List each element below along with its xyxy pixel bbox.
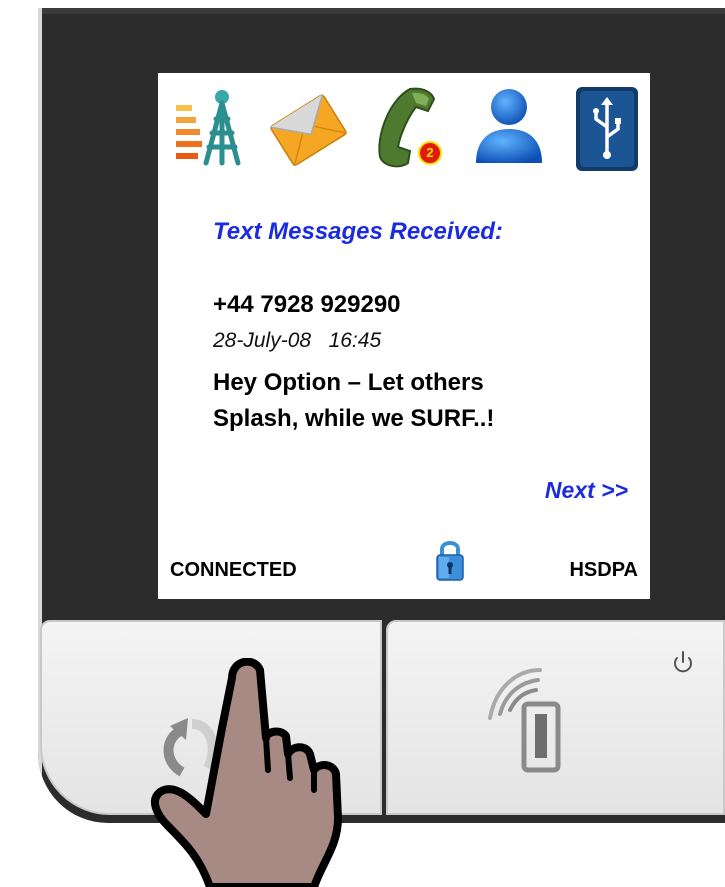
network-type: HSDPA xyxy=(569,559,638,581)
sender-number: +44 7928 929290 xyxy=(213,291,401,318)
missed-calls-badge: 2 xyxy=(418,141,442,165)
message-time: 16:45 xyxy=(328,329,382,352)
status-icons-row: 2 xyxy=(158,83,650,173)
signal-tower-icon[interactable] xyxy=(172,83,250,173)
envelope-icon[interactable] xyxy=(270,83,348,173)
message-body: Hey Option – Let others Splash, while we… xyxy=(213,365,494,437)
padlock-icon xyxy=(435,538,465,582)
device-screen: 2 Text Messages Received: +44 7928 92929… xyxy=(158,73,650,599)
power-icon[interactable] xyxy=(671,650,695,676)
phone-handset-icon[interactable]: 2 xyxy=(366,83,444,173)
right-hardware-button[interactable] xyxy=(386,620,725,815)
message-date: 28-July-08 xyxy=(213,329,312,352)
usb-icon[interactable] xyxy=(568,83,646,173)
pointing-hand-icon xyxy=(142,658,372,887)
message-datetime: 28-July-08 16:45 xyxy=(213,329,381,353)
next-link[interactable]: Next >> xyxy=(545,477,628,504)
wireless-device-icon xyxy=(488,668,561,773)
message-line-2: Splash, while we SURF..! xyxy=(213,405,495,432)
connection-status: CONNECTED xyxy=(170,559,297,581)
user-icon[interactable] xyxy=(470,83,548,173)
device-top-edge xyxy=(38,8,725,14)
message-line-1: Hey Option – Let others xyxy=(213,369,484,396)
messages-heading: Text Messages Received: xyxy=(213,218,503,245)
